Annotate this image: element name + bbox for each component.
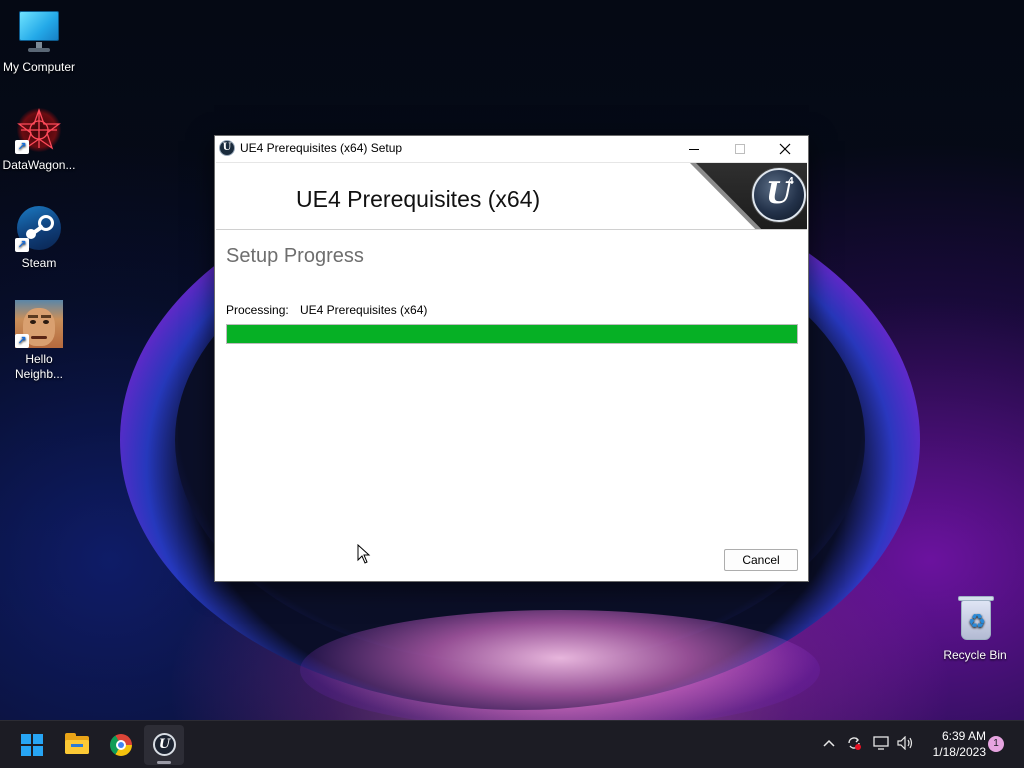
desktop-icon-datawagon[interactable]: ↗ DataWagon... bbox=[0, 106, 78, 173]
taskbar-ue4-setup[interactable]: U bbox=[144, 725, 184, 765]
desktop-icon-recycle-bin[interactable]: ♻ Recycle Bin bbox=[936, 596, 1014, 663]
datawagon-icon: ↗ bbox=[15, 106, 63, 154]
shortcut-arrow-icon: ↗ bbox=[15, 140, 29, 154]
desktop-icon-steam[interactable]: ↗ Steam bbox=[0, 204, 78, 271]
processing-value: UE4 Prerequisites (x64) bbox=[300, 303, 428, 317]
unreal-engine-icon: U bbox=[153, 733, 176, 756]
desktop-icon-label: DataWagon... bbox=[2, 158, 76, 172]
progress-bar bbox=[226, 324, 798, 344]
logo-glyph: U bbox=[765, 176, 793, 211]
mouse-cursor-icon bbox=[357, 544, 371, 564]
sync-icon[interactable] bbox=[845, 734, 863, 752]
section-title: Setup Progress bbox=[226, 245, 364, 267]
notification-badge[interactable]: 1 bbox=[988, 736, 1004, 752]
desktop-icon-label: Recycle Bin bbox=[943, 648, 1007, 662]
progress-fill bbox=[227, 325, 797, 343]
taskbar-file-explorer[interactable] bbox=[57, 725, 97, 765]
minimize-button[interactable] bbox=[671, 136, 717, 162]
setup-window: U UE4 Prerequisites (x64) Setup UE4 Prer… bbox=[214, 135, 809, 582]
minimize-icon bbox=[689, 149, 699, 150]
close-button[interactable] bbox=[762, 136, 808, 162]
taskbar-clock[interactable]: 6:39 AM 1/18/2023 bbox=[922, 728, 986, 760]
desktop-icon-label: Steam bbox=[21, 256, 57, 270]
start-button[interactable] bbox=[12, 725, 52, 765]
chevron-up-icon[interactable] bbox=[820, 734, 838, 752]
steam-icon: ↗ bbox=[15, 204, 63, 252]
taskbar: U bbox=[0, 720, 1024, 768]
maximize-icon bbox=[735, 144, 745, 154]
hello-neighbor-icon: ↗ bbox=[15, 300, 63, 348]
monitor-icon bbox=[15, 8, 63, 56]
wallpaper-glow bbox=[300, 610, 820, 720]
desktop-icon-label: My Computer bbox=[2, 60, 76, 74]
clock-date: 1/18/2023 bbox=[932, 745, 986, 759]
processing-label: Processing: bbox=[226, 303, 289, 317]
shortcut-arrow-icon: ↗ bbox=[15, 334, 29, 348]
setup-banner: UE4 Prerequisites (x64) U 4 bbox=[216, 162, 807, 230]
shortcut-arrow-icon: ↗ bbox=[15, 238, 29, 252]
recycle-bin-icon: ♻ bbox=[951, 596, 999, 644]
close-icon bbox=[779, 143, 791, 155]
window-title: UE4 Prerequisites (x64) Setup bbox=[240, 141, 403, 155]
taskbar-chrome[interactable] bbox=[101, 725, 141, 765]
window-titlebar[interactable]: U UE4 Prerequisites (x64) Setup bbox=[215, 136, 808, 162]
maximize-button[interactable] bbox=[717, 136, 763, 162]
unreal-engine-icon: U bbox=[219, 140, 235, 156]
desktop-icon-label: Hello Neighb... bbox=[14, 352, 64, 381]
desktop-icon-my-computer[interactable]: My Computer bbox=[0, 8, 78, 75]
cancel-button[interactable]: Cancel bbox=[724, 549, 798, 571]
clock-time: 6:39 AM bbox=[941, 729, 986, 743]
volume-icon[interactable] bbox=[897, 734, 915, 752]
logo-superscript: 4 bbox=[788, 176, 794, 187]
windows-logo-icon bbox=[21, 734, 43, 756]
setup-content: Setup Progress Processing: UE4 Prerequis… bbox=[215, 231, 808, 581]
desktop-icon-hello-neighbor[interactable]: ↗ Hello Neighb... bbox=[0, 300, 78, 382]
banner-heading: UE4 Prerequisites (x64) bbox=[296, 186, 541, 212]
network-icon[interactable] bbox=[872, 734, 890, 752]
active-indicator bbox=[157, 761, 171, 764]
unreal-engine-logo-icon: U 4 bbox=[752, 168, 806, 222]
